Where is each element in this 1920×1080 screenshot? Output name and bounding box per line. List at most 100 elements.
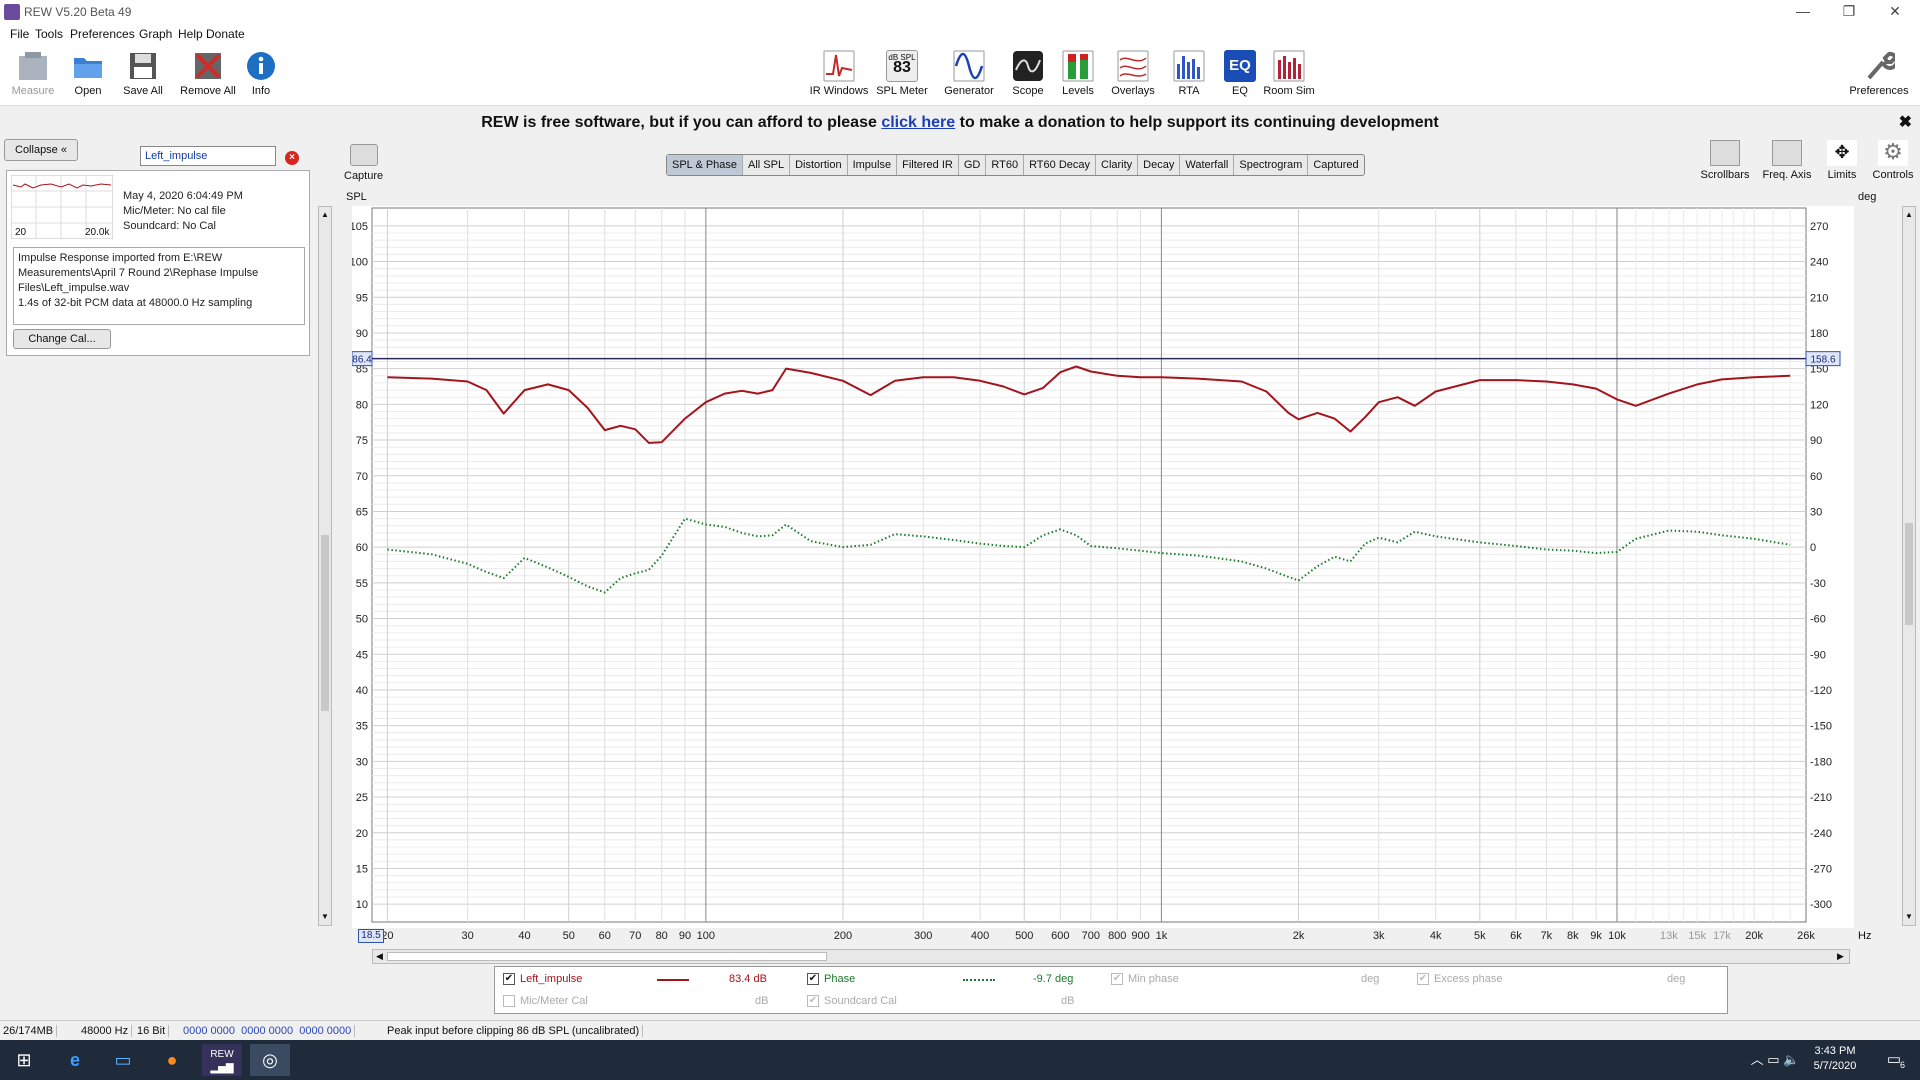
measurement-name-input[interactable]: Left_impulse: [140, 146, 276, 166]
scroll-left-icon[interactable]: ◀: [376, 951, 383, 962]
remove-all-icon: [195, 53, 221, 79]
explorer-icon[interactable]: ▭: [103, 1044, 143, 1076]
preferences-button[interactable]: Preferences: [1842, 50, 1916, 97]
spl-meter-button[interactable]: dB SPL 83 SPL Meter: [867, 50, 937, 97]
legend-min-phase-unit: deg: [1361, 973, 1380, 985]
scroll-down-icon[interactable]: ▼: [1905, 912, 1913, 921]
collapse-button[interactable]: Collapse «: [4, 139, 78, 161]
save-all-button[interactable]: Save All: [108, 50, 178, 97]
x-axis-unit: Hz: [1858, 930, 1872, 942]
tab-impulse[interactable]: Impulse: [848, 155, 898, 175]
y2-tick-label: 270: [1810, 221, 1828, 233]
scroll-thumb[interactable]: [387, 952, 827, 961]
menu-help[interactable]: Help: [178, 27, 203, 41]
scroll-up-icon[interactable]: ▲: [321, 210, 329, 219]
tab-rt60-decay[interactable]: RT60 Decay: [1024, 155, 1096, 175]
freq-axis-button[interactable]: Freq. Axis: [1758, 140, 1816, 181]
x-tick-label: 60: [598, 930, 611, 942]
menu-preferences[interactable]: Preferences: [70, 27, 135, 41]
y-tick-label: 95: [356, 292, 368, 304]
edge-icon[interactable]: e: [55, 1044, 95, 1076]
scrollbars-button[interactable]: Scrollbars: [1697, 140, 1753, 181]
tab-all-spl[interactable]: All SPL: [743, 155, 791, 175]
cursor-x-label: 18.5: [358, 929, 384, 943]
firefox-icon[interactable]: ●: [152, 1044, 192, 1076]
rew-taskbar-icon[interactable]: REW ▂▅▇: [202, 1044, 242, 1076]
spl-phase-chart[interactable]: 1051009590858075706560555045403530252015…: [352, 206, 1854, 928]
remove-measurement-icon[interactable]: ×: [285, 151, 299, 165]
y2-tick-label: -270: [1810, 863, 1832, 875]
checkbox: ✔: [807, 995, 819, 1008]
capture-button[interactable]: Capture: [344, 144, 383, 182]
levels-icon: [1062, 50, 1094, 82]
legend-soundcard-cal: ✔ Soundcard Cal: [807, 995, 897, 1008]
room-sim-button[interactable]: Room Sim: [1254, 50, 1324, 97]
left-vertical-scrollbar[interactable]: ▲ ▼: [318, 206, 332, 926]
legend-min-phase: ✔ Min phase: [1111, 973, 1179, 986]
measurement-notes[interactable]: Impulse Response imported from E:\REW Me…: [13, 247, 305, 325]
donation-close-button[interactable]: ✖: [1899, 112, 1912, 132]
donation-text-before: REW is free software, but if you can aff…: [481, 114, 877, 131]
menu-donate[interactable]: Donate: [206, 27, 245, 41]
donation-link[interactable]: click here: [881, 114, 955, 131]
menu-graph[interactable]: Graph: [139, 27, 172, 41]
tab-spectrogram[interactable]: Spectrogram: [1234, 155, 1309, 175]
y-tick-label: 50: [356, 614, 368, 626]
legend-excess-phase-unit: deg: [1667, 973, 1686, 985]
y2-tick-label: -240: [1810, 828, 1832, 840]
y-tick-label: 45: [356, 649, 368, 661]
tab-gd[interactable]: GD: [959, 155, 987, 175]
y-tick-label: 10: [356, 899, 368, 911]
ir-windows-button[interactable]: IR Windows: [804, 50, 874, 97]
x-tick-label: 100: [696, 930, 716, 942]
y2-tick-label: -60: [1810, 614, 1826, 626]
checkbox[interactable]: ✔: [503, 973, 515, 986]
close-window-button[interactable]: ✕: [1872, 0, 1918, 24]
tray-clock[interactable]: 3:43 PM 5/7/2020: [1800, 1044, 1870, 1074]
start-icon[interactable]: ⊞: [4, 1044, 44, 1076]
x-tick-label: 1k: [1155, 930, 1168, 942]
change-cal-button[interactable]: Change Cal...: [13, 329, 111, 349]
tab-captured[interactable]: Captured: [1308, 155, 1363, 175]
menu-tools[interactable]: Tools: [35, 27, 63, 41]
status-input-levels: 0000 0000 0000 0000 0000 0000: [180, 1025, 356, 1037]
y-tick-label: 105: [352, 221, 368, 233]
restore-button[interactable]: ❐: [1826, 0, 1872, 24]
window-title: REW V5.20 Beta 49: [24, 5, 132, 19]
horizontal-scrollbar[interactable]: ◀ ▶: [372, 949, 1850, 964]
legend-left-impulse[interactable]: ✔ Left_impulse: [503, 973, 582, 986]
tab-waterfall[interactable]: Waterfall: [1180, 155, 1235, 175]
freq-axis-icon: [1772, 140, 1802, 166]
legend-phase[interactable]: ✔ Phase: [807, 973, 855, 986]
limits-button[interactable]: ✥ Limits: [1822, 140, 1862, 181]
menu-file[interactable]: File: [10, 27, 29, 41]
scroll-thumb[interactable]: [1905, 523, 1913, 625]
scrollbars-icon: [1710, 140, 1740, 166]
scroll-up-icon[interactable]: ▲: [1905, 210, 1913, 219]
tab-spl-phase[interactable]: SPL & Phase: [667, 155, 744, 175]
tab-distortion[interactable]: Distortion: [790, 155, 848, 175]
tab-decay[interactable]: Decay: [1138, 155, 1181, 175]
x-tick-label: 5k: [1474, 930, 1486, 942]
checkbox: [503, 995, 515, 1008]
scroll-down-icon[interactable]: ▼: [321, 912, 329, 921]
y2-tick-label: 120: [1810, 399, 1828, 411]
x-tick-label: 400: [970, 930, 990, 942]
right-vertical-scrollbar[interactable]: ▲ ▼: [1902, 206, 1916, 926]
minimize-button[interactable]: —: [1780, 0, 1826, 24]
info-button[interactable]: Info: [226, 50, 296, 97]
tab-filtered-ir[interactable]: Filtered IR: [897, 155, 959, 175]
tab-rt60[interactable]: RT60: [986, 155, 1025, 175]
notifications-icon[interactable]: ▭: [1874, 1044, 1914, 1076]
controls-button[interactable]: ⚙ Controls: [1870, 140, 1916, 182]
scroll-right-icon[interactable]: ▶: [1837, 951, 1844, 962]
x-tick-label: 600: [1051, 930, 1070, 942]
scroll-thumb[interactable]: [321, 535, 329, 711]
tab-clarity[interactable]: Clarity: [1096, 155, 1139, 175]
measurement-panel: 20 20.0k May 4, 2020 6:04:49 PM Mic/Mete…: [6, 170, 310, 356]
checkbox[interactable]: ✔: [807, 973, 819, 986]
camera-icon: [349, 144, 378, 166]
app-taskbar-icon[interactable]: ◎: [250, 1044, 290, 1076]
x-tick-label: 3k: [1372, 930, 1385, 942]
legend-left-impulse-value: 83.4 dB: [729, 973, 767, 985]
